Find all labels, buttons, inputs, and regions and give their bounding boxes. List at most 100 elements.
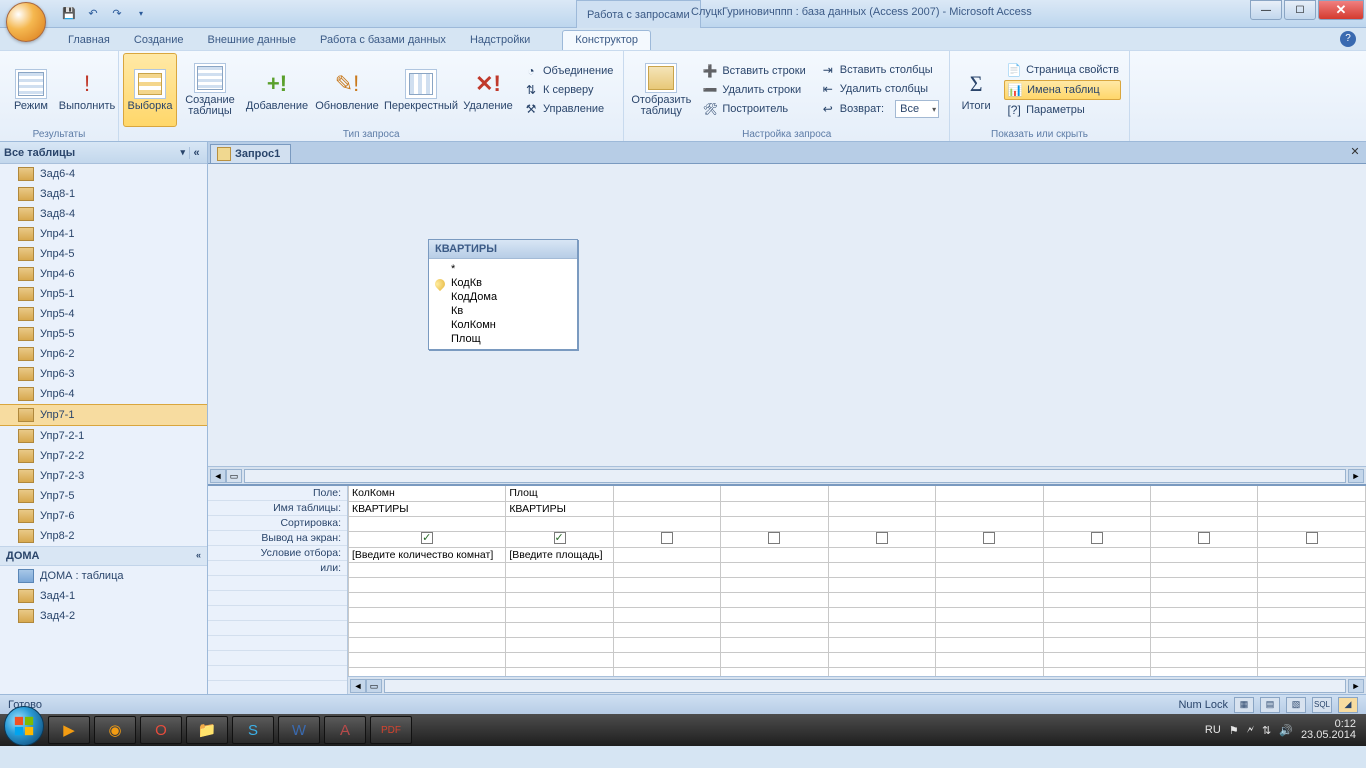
grid-cell[interactable] <box>936 562 1043 577</box>
select-query-button[interactable]: Выборка <box>123 53 177 127</box>
nav-item[interactable]: Упр7-5 <box>0 486 207 506</box>
field-item[interactable]: * <box>429 262 577 276</box>
grid-cell[interactable] <box>828 547 935 562</box>
scroll-left-icon[interactable]: ◄ <box>350 679 366 693</box>
tab-database-tools[interactable]: Работа с базами данных <box>308 31 458 50</box>
grid-cell[interactable] <box>1043 547 1150 562</box>
nav-item[interactable]: Упр4-5 <box>0 244 207 264</box>
show-checkbox[interactable] <box>1306 532 1318 544</box>
grid-cell[interactable] <box>1258 592 1366 607</box>
grid-cell[interactable] <box>506 577 613 592</box>
grid-cell[interactable] <box>721 501 828 516</box>
grid-cell[interactable] <box>506 652 613 667</box>
grid-cell[interactable] <box>613 637 720 652</box>
scroll-left-icon[interactable]: ◄ <box>210 469 226 483</box>
grid-cell[interactable] <box>1043 501 1150 516</box>
collapse-icon[interactable]: « <box>189 147 203 159</box>
taskbar-app-explorer[interactable]: 📁 <box>186 716 228 744</box>
grid-cell[interactable] <box>1151 516 1258 531</box>
scroll-right-icon[interactable]: ► <box>1348 679 1364 693</box>
grid-cell[interactable] <box>936 547 1043 562</box>
grid-cell[interactable] <box>349 531 506 547</box>
show-checkbox[interactable] <box>1198 532 1210 544</box>
document-tab[interactable]: Запрос1 <box>210 144 291 163</box>
canvas-hscroll[interactable]: ◄ ▭ ► <box>208 466 1366 484</box>
grid-cell[interactable]: [Введите площадь] <box>506 547 613 562</box>
property-sheet-button[interactable]: 📄Страница свойств <box>1004 61 1121 79</box>
tray-network-icon[interactable]: ⇅ <box>1262 724 1271 737</box>
grid-cell[interactable] <box>828 607 935 622</box>
grid-cell[interactable] <box>1043 531 1150 547</box>
grid-cell[interactable] <box>349 592 506 607</box>
grid-cell[interactable] <box>1151 501 1258 516</box>
grid-cell[interactable] <box>1151 652 1258 667</box>
table-box-header[interactable]: КВАРТИРЫ <box>429 240 577 259</box>
show-checkbox[interactable] <box>554 532 566 544</box>
nav-item[interactable]: Упр7-2-2 <box>0 446 207 466</box>
grid-cell[interactable] <box>1258 577 1366 592</box>
grid-cell[interactable] <box>1151 622 1258 637</box>
grid-cell[interactable] <box>506 607 613 622</box>
grid-cell[interactable] <box>1151 547 1258 562</box>
totals-button[interactable]: ΣИтоги <box>954 53 998 127</box>
grid-cell[interactable] <box>613 652 720 667</box>
undo-icon[interactable]: ↶ <box>82 3 104 25</box>
grid-cell[interactable] <box>936 652 1043 667</box>
grid-cell[interactable] <box>349 516 506 531</box>
grid-cell[interactable] <box>721 592 828 607</box>
grid-cell[interactable] <box>721 637 828 652</box>
office-button[interactable] <box>6 2 46 42</box>
grid-cell[interactable] <box>613 562 720 577</box>
grid-columns[interactable]: КолКомнПлощКВАРТИРЫКВАРТИРЫ[Введите коли… <box>348 486 1366 694</box>
grid-cell[interactable] <box>1258 652 1366 667</box>
scroll-thumb[interactable]: ▭ <box>366 679 382 693</box>
return-combo[interactable]: ↩Возврат: Все <box>818 99 941 119</box>
redo-icon[interactable]: ↷ <box>106 3 128 25</box>
grid-cell[interactable] <box>721 607 828 622</box>
delete-query-button[interactable]: ✕!Удаление <box>461 53 515 127</box>
grid-cell[interactable] <box>936 607 1043 622</box>
make-table-button[interactable]: Создание таблицы <box>179 53 241 127</box>
taskbar-app-access[interactable]: A <box>324 716 366 744</box>
nav-item[interactable]: Упр5-5 <box>0 324 207 344</box>
show-checkbox[interactable] <box>421 532 433 544</box>
append-button[interactable]: +!Добавление <box>243 53 311 127</box>
grid-cell[interactable] <box>1258 516 1366 531</box>
help-icon[interactable]: ? <box>1340 31 1356 47</box>
close-button[interactable]: ✕ <box>1318 0 1364 20</box>
taskbar-app-opera[interactable]: O <box>140 716 182 744</box>
tray-battery-icon[interactable]: 🗲 <box>1247 724 1254 737</box>
insert-rows-button[interactable]: ➕Вставить строки <box>700 62 807 80</box>
grid-cell[interactable] <box>1043 516 1150 531</box>
grid-cell[interactable]: Площ <box>506 486 613 501</box>
grid-cell[interactable] <box>506 562 613 577</box>
nav-item[interactable]: Упр6-3 <box>0 364 207 384</box>
tab-external-data[interactable]: Внешние данные <box>196 31 308 50</box>
grid-cell[interactable] <box>1151 577 1258 592</box>
grid-cell[interactable] <box>828 531 935 547</box>
grid-cell[interactable] <box>828 486 935 501</box>
nav-pane-header[interactable]: Все таблицы ▾ « <box>0 142 207 164</box>
scroll-thumb[interactable]: ▭ <box>226 469 242 483</box>
nav-item[interactable]: Упр4-6 <box>0 264 207 284</box>
grid-cell[interactable] <box>721 516 828 531</box>
grid-cell[interactable] <box>936 577 1043 592</box>
union-button[interactable]: ◔Объединение <box>521 62 615 80</box>
design-view-icon[interactable]: ◢ <box>1338 697 1358 713</box>
grid-cell[interactable] <box>1151 637 1258 652</box>
pivotchart-view-icon[interactable]: ▧ <box>1286 697 1306 713</box>
grid-cell[interactable] <box>613 501 720 516</box>
grid-cell[interactable] <box>936 516 1043 531</box>
nav-item[interactable]: Зад4-1 <box>0 586 207 606</box>
grid-cell[interactable] <box>721 562 828 577</box>
qat-dropdown-icon[interactable]: ▾ <box>130 3 152 25</box>
parameters-button[interactable]: [?]Параметры <box>1004 101 1121 119</box>
grid-cell[interactable] <box>1043 577 1150 592</box>
taskbar-app-skype[interactable]: S <box>232 716 274 744</box>
nav-item[interactable]: ДОМА : таблица <box>0 566 207 586</box>
show-checkbox[interactable] <box>661 532 673 544</box>
nav-item[interactable]: Зад8-4 <box>0 204 207 224</box>
grid-cell[interactable] <box>1151 531 1258 547</box>
tab-addins[interactable]: Надстройки <box>458 31 542 50</box>
field-item[interactable]: Площ <box>429 332 577 346</box>
